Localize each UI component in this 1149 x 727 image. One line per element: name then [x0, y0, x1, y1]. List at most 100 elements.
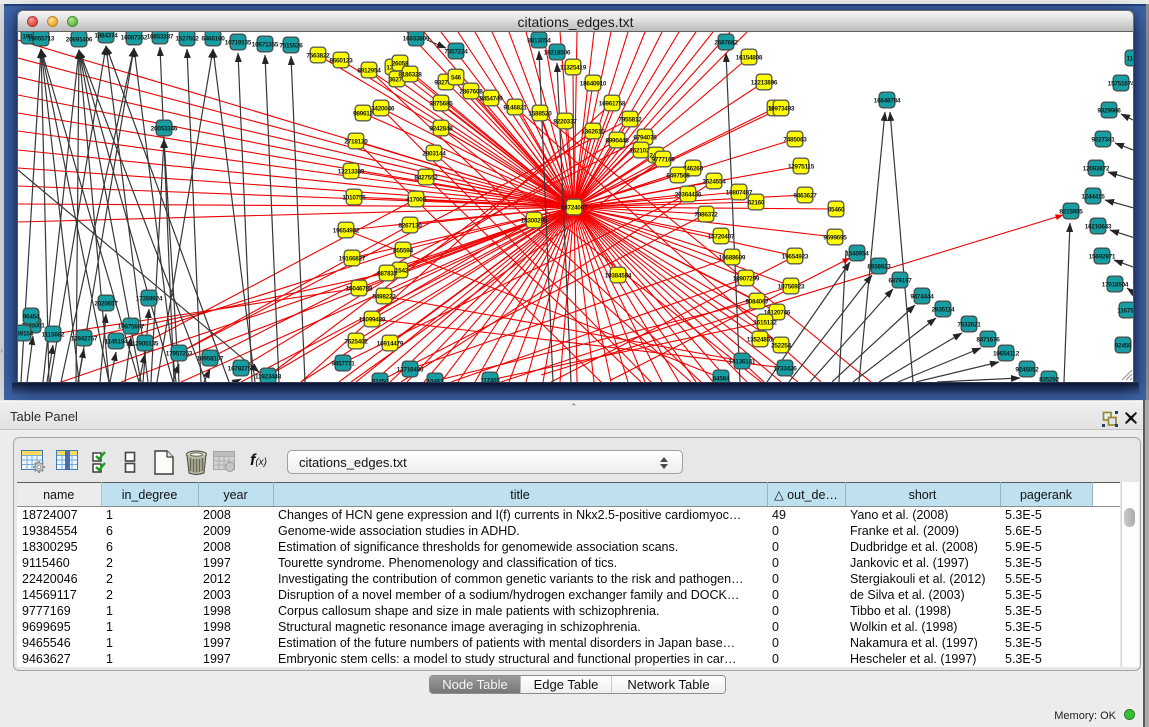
svg-text:1010755: 1010755 — [342, 194, 366, 201]
svg-text:7563822: 7563822 — [306, 52, 330, 59]
svg-text:20053346: 20053346 — [151, 125, 178, 132]
svg-text:2718120: 2718120 — [344, 138, 368, 145]
svg-text:12942757: 12942757 — [71, 335, 98, 342]
svg-text:9245052: 9245052 — [1015, 366, 1039, 373]
svg-text:2687682: 2687682 — [714, 39, 738, 46]
svg-text:8990448: 8990448 — [605, 137, 629, 144]
svg-text:6879197: 6879197 — [888, 277, 912, 284]
svg-text:855594: 855594 — [393, 247, 414, 254]
svg-text:10958107: 10958107 — [197, 355, 224, 362]
svg-text:10688609: 10688609 — [719, 254, 746, 261]
svg-text:92450: 92450 — [1115, 342, 1132, 349]
svg-text:3875685: 3875685 — [429, 100, 453, 107]
svg-text:1152: 1152 — [1127, 55, 1134, 62]
svg-text:17359924: 17359924 — [136, 295, 163, 302]
svg-text:1527602: 1527602 — [175, 35, 199, 42]
svg-text:15720407: 15720407 — [708, 233, 735, 240]
svg-text:10719135: 10719135 — [225, 39, 252, 46]
svg-text:7515526: 7515526 — [279, 42, 303, 49]
svg-text:9146821: 9146821 — [503, 104, 527, 111]
svg-text:12975115: 12975115 — [788, 163, 815, 170]
svg-text:12213896: 12213896 — [751, 79, 778, 86]
svg-text:10671355: 10671355 — [252, 41, 279, 48]
svg-text:887833: 887833 — [377, 270, 398, 277]
svg-text:10975867: 10975867 — [118, 323, 145, 330]
svg-text:14136141: 14136141 — [729, 358, 756, 365]
svg-text:6497568: 6497568 — [666, 172, 690, 179]
svg-text:12905135: 12905135 — [132, 340, 159, 347]
svg-text:116753: 116753 — [1117, 307, 1134, 314]
svg-text:9084067: 9084067 — [745, 298, 769, 305]
svg-text:2020657: 2020657 — [94, 300, 118, 307]
svg-text:7357224: 7357224 — [444, 48, 468, 55]
svg-text:5498222: 5498222 — [372, 293, 396, 300]
svg-text:10654112: 10654112 — [993, 350, 1020, 357]
svg-text:85460: 85460 — [828, 206, 845, 213]
svg-text:8912954: 8912954 — [357, 67, 381, 74]
svg-text:19166827: 19166827 — [339, 255, 366, 262]
svg-text:20364436: 20364436 — [675, 191, 702, 198]
svg-text:9457771: 9457771 — [331, 360, 355, 367]
svg-text:9227341: 9227341 — [1091, 136, 1115, 143]
svg-text:19654982: 19654982 — [333, 227, 360, 234]
svg-text:3624554: 3624554 — [702, 178, 726, 185]
svg-text:18724007: 18724007 — [561, 204, 588, 211]
svg-text:10973493: 10973493 — [768, 105, 795, 112]
svg-text:989612: 989612 — [353, 110, 374, 117]
svg-text:15692971: 15692971 — [1089, 253, 1116, 260]
svg-text:8471676: 8471676 — [976, 336, 1000, 343]
svg-text:1244415: 1244415 — [1081, 193, 1105, 200]
svg-text:6466160: 6466160 — [201, 35, 225, 42]
svg-text:18300295: 18300295 — [521, 217, 548, 224]
svg-text:16154808: 16154808 — [736, 54, 763, 61]
svg-text:8427552: 8427552 — [414, 174, 438, 181]
svg-text:417008: 417008 — [406, 196, 427, 203]
svg-text:7625402: 7625402 — [344, 338, 368, 345]
svg-text:7485063: 7485063 — [783, 136, 807, 143]
svg-text:2935114: 2935114 — [932, 306, 955, 313]
svg-text:16782759: 16782759 — [228, 365, 255, 372]
svg-text:9463627: 9463627 — [793, 192, 817, 199]
svg-text:17957253: 17957253 — [166, 350, 193, 357]
svg-text:8813054: 8813054 — [527, 37, 551, 44]
svg-text:1115682: 1115682 — [42, 331, 65, 338]
svg-text:16087352: 16087352 — [121, 34, 148, 41]
svg-text:939154: 939154 — [18, 330, 34, 337]
svg-text:19055713: 19055713 — [28, 35, 55, 42]
svg-text:19384554: 19384554 — [605, 272, 632, 279]
svg-text:13716485: 13716485 — [397, 366, 424, 373]
svg-text:14099489: 14099489 — [359, 316, 386, 323]
svg-text:8267130: 8267130 — [398, 222, 422, 229]
svg-text:10853287: 10853287 — [147, 33, 174, 40]
svg-text:1362615: 1362615 — [581, 128, 605, 135]
svg-text:9777169: 9777169 — [651, 156, 675, 163]
svg-text:19654923: 19654923 — [782, 253, 809, 260]
svg-text:8186328: 8186328 — [398, 71, 422, 78]
svg-text:16648784: 16648784 — [874, 97, 901, 104]
svg-text:9242848: 9242848 — [429, 125, 453, 132]
svg-text:17016504: 17016504 — [1102, 281, 1129, 288]
svg-text:64584: 64584 — [713, 375, 730, 382]
svg-text:12213389: 12213389 — [338, 168, 365, 175]
svg-text:16961758: 16961758 — [599, 100, 626, 107]
svg-text:20691406: 20691406 — [66, 36, 93, 43]
svg-text:1615132: 1615132 — [753, 319, 777, 326]
svg-text:252254: 252254 — [771, 342, 792, 349]
svg-text:7955812: 7955812 — [618, 116, 642, 123]
svg-text:8220337: 8220337 — [553, 118, 577, 125]
svg-text:1884374: 1884374 — [94, 32, 118, 39]
svg-text:96454: 96454 — [23, 313, 40, 320]
svg-text:10756923: 10756923 — [778, 283, 805, 290]
svg-text:1733426: 1733426 — [773, 365, 797, 372]
svg-text:11923448: 11923448 — [255, 373, 282, 380]
svg-text:7632621: 7632621 — [957, 321, 981, 328]
svg-text:9474444: 9474444 — [910, 293, 934, 300]
svg-text:18907299: 18907299 — [733, 275, 760, 282]
svg-text:19218506: 19218506 — [544, 49, 571, 56]
svg-text:62160: 62160 — [748, 199, 765, 206]
svg-text:8660123: 8660123 — [329, 57, 353, 64]
svg-text:1588520: 1588520 — [528, 110, 552, 117]
svg-text:18640910: 18640910 — [580, 80, 607, 87]
svg-text:2803144: 2803144 — [422, 150, 446, 157]
svg-text:9329966: 9329966 — [1097, 107, 1121, 114]
